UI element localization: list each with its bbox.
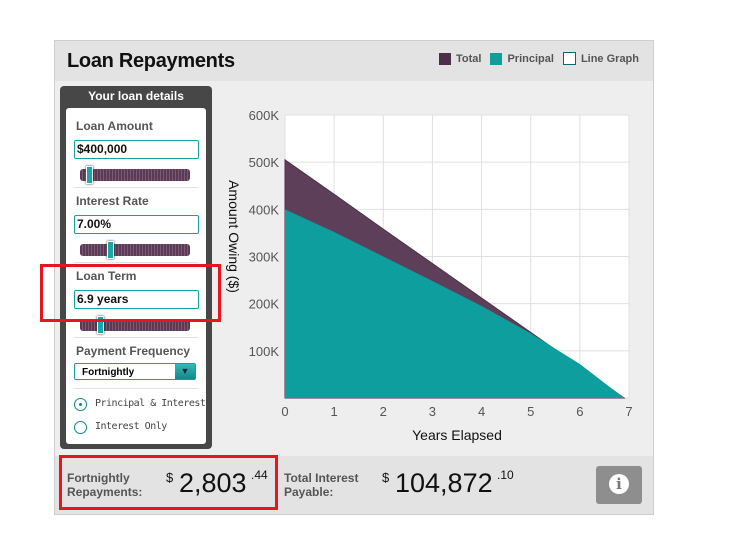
x-tick-label: 1 <box>331 404 338 419</box>
legend-principal-label[interactable]: Principal <box>507 53 553 65</box>
loan-details-heading: Your loan details <box>88 89 184 103</box>
page-title: Loan Repayments <box>67 50 235 72</box>
y-tick-label: 500K <box>249 155 280 170</box>
highlight-repayments <box>59 455 278 510</box>
total-interest-label: Total Interest Payable: <box>284 471 359 499</box>
legend-principal-swatch[interactable] <box>490 52 503 65</box>
line-graph-checkbox[interactable] <box>562 52 576 65</box>
divider <box>74 337 198 338</box>
legend-total-label[interactable]: Total <box>456 53 481 65</box>
legend-line-graph-label[interactable]: Line Graph <box>581 53 639 65</box>
info-button[interactable]: i <box>596 466 642 504</box>
payment-frequency-label: Payment Frequency <box>76 344 191 358</box>
payment-frequency-select[interactable]: Fortnightly ▼ <box>74 363 196 380</box>
x-tick-label: 7 <box>625 404 632 419</box>
highlight-loan-term <box>40 264 221 322</box>
info-icon: i <box>609 474 629 494</box>
divider <box>74 187 198 188</box>
interest-rate-slider[interactable] <box>80 241 190 259</box>
total-interest-amount: 104,872 <box>395 468 493 498</box>
legend-total-swatch[interactable] <box>439 52 451 65</box>
radio-principal-interest[interactable] <box>74 398 87 411</box>
y-tick-label: 400K <box>249 202 280 217</box>
interest-only-label[interactable]: Interest Only <box>95 421 167 432</box>
x-tick-label: 4 <box>478 404 485 419</box>
y-tick-label: 200K <box>249 297 280 312</box>
interest-currency: $ <box>382 470 390 485</box>
x-tick-label: 2 <box>380 404 387 419</box>
x-tick-label: 5 <box>527 404 534 419</box>
x-axis-label: Years Elapsed <box>412 427 502 443</box>
header: Loan Repayments Total Principal Line Gra… <box>55 41 653 81</box>
loan-amount-slider[interactable] <box>80 166 190 184</box>
slider-thumb[interactable] <box>107 241 114 259</box>
payment-frequency-value: Fortnightly <box>82 367 135 378</box>
divider <box>74 388 198 389</box>
y-tick-label: 100K <box>249 344 280 359</box>
amount-owing-chart: 0 1 2 3 4 5 6 7 100K 200K 300K 400K 500K 600K Years El… <box>226 108 633 443</box>
x-tick-label: 6 <box>576 404 583 419</box>
loan-amount-label: Loan Amount <box>76 119 153 133</box>
interest-rate-input[interactable]: 7.00% <box>74 215 199 234</box>
total-interest-cents: .10 <box>497 468 514 482</box>
interest-rate-label: Interest Rate <box>76 194 149 208</box>
y-tick-label: 300K <box>249 250 280 265</box>
radio-interest-only[interactable] <box>74 421 87 434</box>
x-tick-label: 0 <box>281 404 288 419</box>
loan-amount-input[interactable]: $400,000 <box>74 140 199 159</box>
principal-interest-label[interactable]: Principal & Interest <box>95 398 206 409</box>
y-axis-label: Amount Owing ($) <box>226 180 242 293</box>
y-tick-label: 600K <box>249 108 280 123</box>
divider <box>74 262 198 263</box>
slider-thumb[interactable] <box>86 166 93 184</box>
x-tick-label: 3 <box>429 404 436 419</box>
legend: Total Principal Line Graph <box>435 52 639 65</box>
chevron-down-icon[interactable]: ▼ <box>175 364 195 379</box>
